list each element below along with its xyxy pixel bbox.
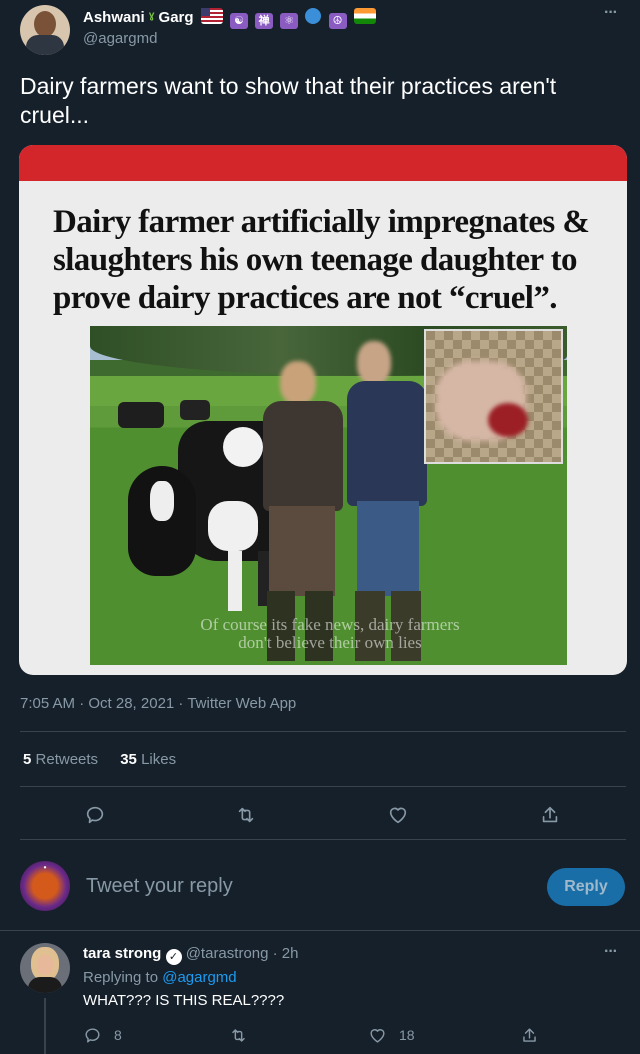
likes-count: 35 bbox=[120, 751, 137, 768]
peace-icon: ☮ bbox=[328, 13, 347, 29]
divider bbox=[20, 731, 626, 732]
reply-like-count: 18 bbox=[399, 1027, 415, 1043]
reply-share-button[interactable] bbox=[520, 1024, 539, 1046]
reply-text: WHAT??? IS THIS REAL???? bbox=[83, 992, 285, 1009]
thread-line bbox=[44, 998, 46, 1054]
replying-to-handle[interactable]: @agargmd bbox=[162, 969, 236, 986]
author-name-row[interactable]: Ashwani ˠ Garg ☯ 禅 ⚛ ☮ bbox=[83, 8, 376, 29]
share-button[interactable] bbox=[533, 798, 567, 832]
replying-to-label: Replying to bbox=[83, 969, 159, 986]
divider bbox=[0, 930, 640, 931]
retweets-count: 5 bbox=[23, 751, 32, 768]
retweets-stat[interactable]: 5 Retweets bbox=[23, 751, 102, 768]
image-photo: Of course its fake news, dairy farmers d… bbox=[90, 326, 567, 665]
tweet-stats: 5 Retweets 35 Likes bbox=[23, 751, 176, 768]
us-flag-icon bbox=[200, 8, 223, 24]
reply-button[interactable] bbox=[78, 798, 112, 832]
zen-badge-icon: 禅 bbox=[255, 13, 274, 29]
reply-icon bbox=[85, 1027, 100, 1043]
author-name[interactable]: Ashwani bbox=[83, 9, 145, 26]
reply-more-options-button[interactable]: ··· bbox=[604, 943, 618, 961]
reply-time[interactable]: · 2h bbox=[273, 945, 299, 962]
share-icon bbox=[542, 806, 558, 823]
replying-to: Replying to @agargmd bbox=[83, 969, 237, 986]
reply-like-button[interactable]: 18 bbox=[368, 1024, 415, 1046]
current-user-avatar[interactable]: • bbox=[20, 861, 70, 911]
verified-badge-icon: ✓ bbox=[165, 949, 182, 965]
atom-icon: ⚛ bbox=[280, 13, 299, 29]
author-handle[interactable]: @agargmd bbox=[83, 30, 157, 47]
retweet-icon bbox=[238, 807, 254, 823]
tweet-timestamp[interactable]: 7:05 AM · Oct 28, 2021 · Twitter Web App bbox=[20, 695, 296, 712]
tweet-text: Dairy farmers want to show that their pr… bbox=[20, 73, 557, 128]
image-watermark: Of course its fake news, dairy farmers d… bbox=[130, 616, 530, 652]
heart-icon bbox=[370, 1028, 385, 1043]
divider bbox=[20, 839, 626, 840]
likes-stat[interactable]: 35 Likes bbox=[120, 751, 176, 768]
author-avatar[interactable] bbox=[20, 5, 70, 55]
earth-globe-icon bbox=[305, 8, 322, 24]
reply-author-avatar[interactable] bbox=[20, 943, 70, 993]
author-name-suffix[interactable]: Garg bbox=[159, 9, 194, 26]
reply-author-handle[interactable]: @tarastrong bbox=[186, 945, 269, 962]
inset-blurred-image bbox=[424, 329, 563, 464]
reply-input[interactable]: Tweet your reply bbox=[86, 875, 526, 898]
likes-label: Likes bbox=[141, 751, 177, 768]
image-red-banner bbox=[19, 145, 627, 181]
reply-reply-button[interactable]: 8 bbox=[83, 1024, 122, 1046]
retweets-label: Retweets bbox=[35, 751, 99, 768]
yin-yang-icon: ☯ bbox=[229, 13, 248, 29]
reply-author-name[interactable]: tara strong bbox=[83, 945, 161, 962]
watermark-line-1: Of course its fake news, dairy farmers bbox=[200, 615, 460, 634]
tweet-more-options-button[interactable]: ··· bbox=[604, 4, 618, 22]
watermark-line-2: don't believe their own lies bbox=[238, 633, 422, 652]
reply-retweet-button[interactable] bbox=[229, 1024, 248, 1046]
heart-icon bbox=[389, 807, 407, 824]
like-button[interactable] bbox=[381, 798, 415, 832]
share-icon bbox=[523, 1027, 536, 1042]
tweet-image[interactable]: Dairy farmer artificially impregnates & … bbox=[19, 145, 627, 675]
reply-icon bbox=[86, 806, 104, 824]
retweet-icon bbox=[232, 1028, 245, 1042]
reply-submit-button[interactable]: Reply bbox=[547, 868, 625, 906]
reply-reply-count: 8 bbox=[114, 1027, 122, 1043]
reply-header: tara strong ✓ @tarastrong · 2h bbox=[83, 945, 299, 965]
divider bbox=[20, 786, 626, 787]
image-headline: Dairy farmer artificially impregnates & … bbox=[53, 204, 590, 316]
retweet-button[interactable] bbox=[229, 798, 263, 832]
india-flag-icon bbox=[353, 8, 376, 24]
seedling-icon: ˠ bbox=[148, 9, 155, 26]
